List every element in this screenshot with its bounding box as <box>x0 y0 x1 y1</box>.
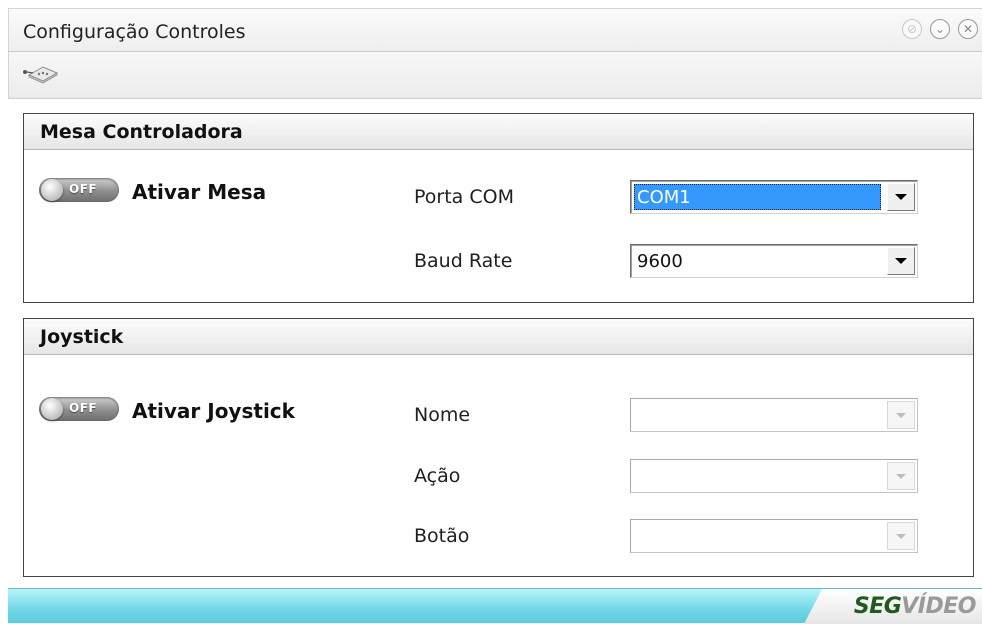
porta-com-label: Porta COM <box>414 186 514 208</box>
acao-value <box>634 463 881 489</box>
joystick-header: Joystick <box>24 319 973 355</box>
baud-rate-select[interactable]: 9600 <box>630 244 918 278</box>
baud-rate-value: 9600 <box>637 251 683 272</box>
brand-plate: SEGVÍDEO <box>804 589 982 624</box>
toggle-state: OFF <box>69 401 98 415</box>
controller-icon[interactable] <box>21 63 61 85</box>
minimize-icon[interactable]: ⌄ <box>930 19 950 39</box>
toolbar <box>8 52 982 99</box>
acao-label: Ação <box>414 465 461 487</box>
mesa-controladora-group: Mesa Controladora OFF Ativar Mesa Porta … <box>23 113 974 303</box>
chevron-down-icon[interactable] <box>887 401 915 429</box>
pin-icon[interactable]: ⊘ <box>902 19 922 39</box>
joystick-group: Joystick OFF Ativar Joystick Nome Ação B… <box>23 318 974 577</box>
ativar-mesa-toggle[interactable]: OFF <box>39 178 119 202</box>
botao-label: Botão <box>414 525 470 547</box>
toggle-knob <box>41 398 63 420</box>
nome-select[interactable] <box>630 398 918 432</box>
ativar-joystick-label: Ativar Joystick <box>132 399 295 423</box>
footer-bar: SEGVÍDEO <box>8 588 982 624</box>
chevron-down-icon[interactable] <box>887 183 915 211</box>
toggle-state: OFF <box>69 182 98 196</box>
ativar-joystick-toggle[interactable]: OFF <box>39 397 119 421</box>
chevron-down-icon[interactable] <box>887 462 915 490</box>
porta-com-value: COM1 <box>634 184 881 210</box>
window-titlebar: Configuração Controles ⊘ ⌄ ✕ <box>8 8 982 52</box>
botao-value <box>634 523 881 549</box>
botao-select[interactable] <box>630 519 918 553</box>
toggle-knob <box>41 179 63 201</box>
nome-value <box>634 402 881 428</box>
nome-label: Nome <box>414 404 471 426</box>
porta-com-select[interactable]: COM1 <box>630 180 918 214</box>
window-title: Configuração Controles <box>23 21 246 43</box>
ativar-mesa-label: Ativar Mesa <box>132 180 267 204</box>
baud-rate-label: Baud Rate <box>414 250 513 272</box>
segvideo-logo: SEGVÍDEO <box>853 594 977 619</box>
window-buttons: ⊘ ⌄ ✕ <box>902 19 978 39</box>
acao-select[interactable] <box>630 459 918 493</box>
chevron-down-icon[interactable] <box>887 247 915 275</box>
close-icon[interactable]: ✕ <box>958 19 978 39</box>
chevron-down-icon[interactable] <box>887 522 915 550</box>
mesa-controladora-header: Mesa Controladora <box>24 114 973 150</box>
